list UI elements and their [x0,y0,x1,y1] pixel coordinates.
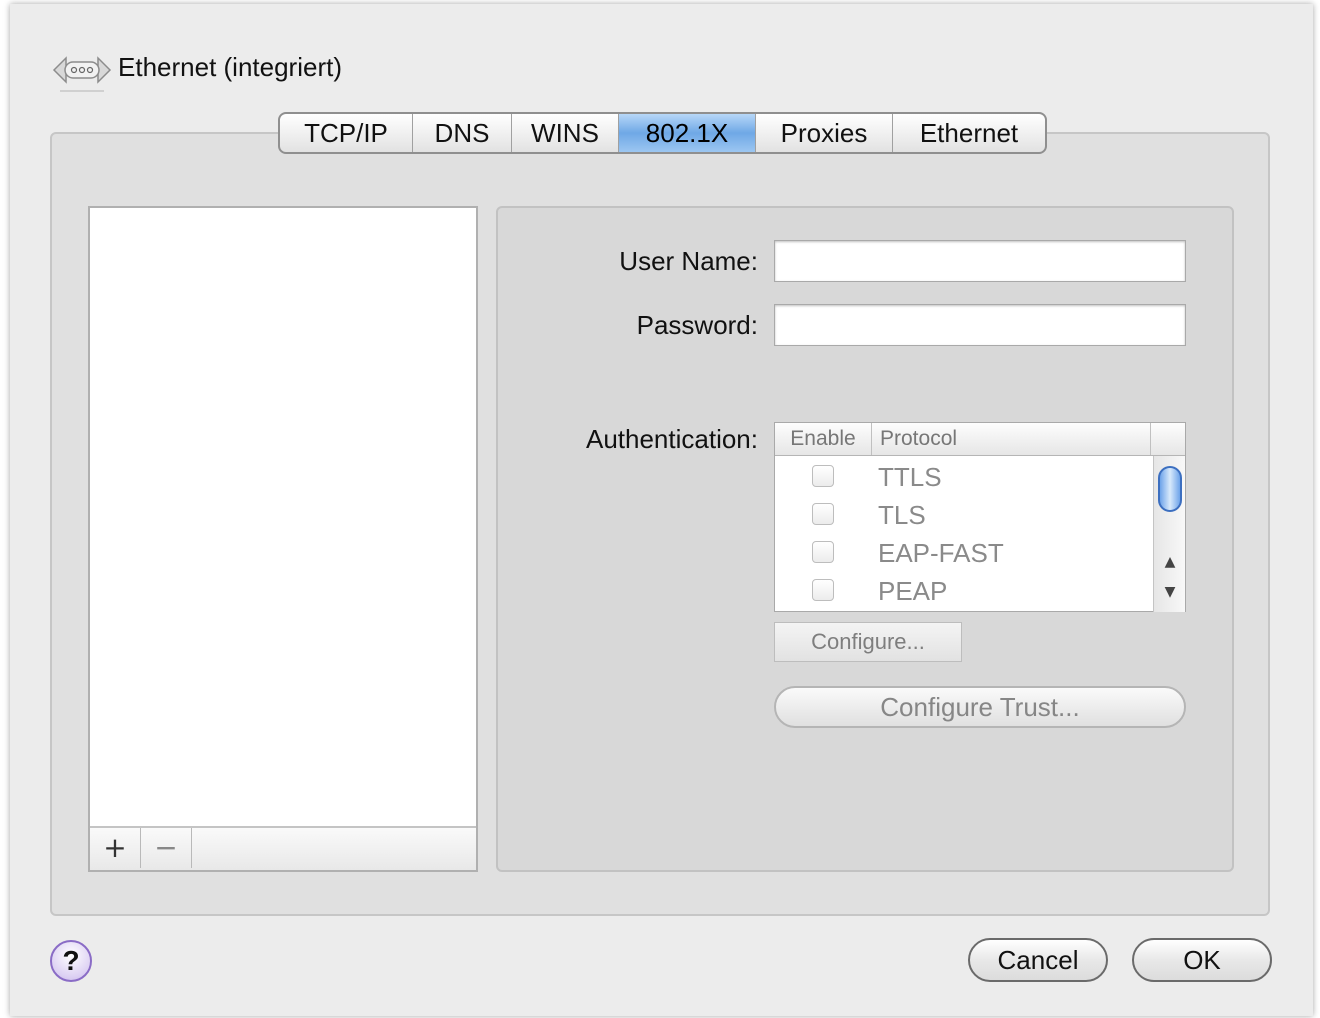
table-row: PEAP [775,571,1153,609]
ok-button[interactable]: OK [1132,938,1272,982]
tab-wins[interactable]: WINS [512,114,619,152]
configure-trust-button[interactable]: Configure Trust... [774,686,1186,728]
profile-list-footer: + − [90,826,476,870]
scroll-up-arrow-icon[interactable]: ▲ [1158,550,1182,574]
window-title: Ethernet (integriert) [118,52,342,82]
tab-tcpip[interactable]: TCP/IP [280,114,413,152]
table-row: EAP-FAST [775,533,1153,571]
vertical-scrollbar[interactable]: ▲ ▼ [1153,456,1185,612]
remove-profile-button[interactable]: − [141,828,192,868]
column-header-enable[interactable]: Enable [775,423,872,455]
protocol-name: TLS [878,500,926,530]
enable-checkbox-tls[interactable] [812,503,834,525]
help-button[interactable]: ? [50,940,92,982]
enable-checkbox-peap[interactable] [812,579,834,601]
scroll-down-arrow-icon[interactable]: ▼ [1158,580,1182,604]
cancel-button[interactable]: Cancel [968,938,1108,982]
password-label: Password: [636,310,758,340]
protocol-name: EAP-FAST [878,538,1004,568]
authentication-label: Authentication: [585,424,758,454]
protocol-name: PEAP [878,576,948,606]
tab-dns[interactable]: DNS [413,114,512,152]
table-row: TLS [775,495,1153,533]
protocol-name: TTLS [878,462,942,492]
tab-bar: TCP/IP DNS WINS 802.1X Proxies Ethernet [278,112,1047,154]
ethernet-icon [52,56,112,92]
username-label: User Name: [619,246,758,276]
scrollbar-thumb[interactable] [1158,466,1182,512]
tab-ethernet[interactable]: Ethernet [893,114,1045,152]
tab-8021x[interactable]: 802.1X [619,114,756,152]
add-profile-button[interactable]: + [90,828,141,868]
authentication-table: Enable Protocol TTLS TLS EAP-FAST PEAP ▲… [774,422,1186,612]
profile-list[interactable]: + − [88,206,478,872]
column-header-protocol[interactable]: Protocol [880,423,1151,455]
enable-checkbox-eap-fast[interactable] [812,541,834,563]
enable-checkbox-ttls[interactable] [812,465,834,487]
username-field[interactable] [774,240,1186,282]
table-row: TTLS [775,457,1153,495]
tab-proxies[interactable]: Proxies [756,114,893,152]
configure-button[interactable]: Configure... [774,622,962,662]
table-header: Enable Protocol [775,423,1185,456]
password-field[interactable] [774,304,1186,346]
